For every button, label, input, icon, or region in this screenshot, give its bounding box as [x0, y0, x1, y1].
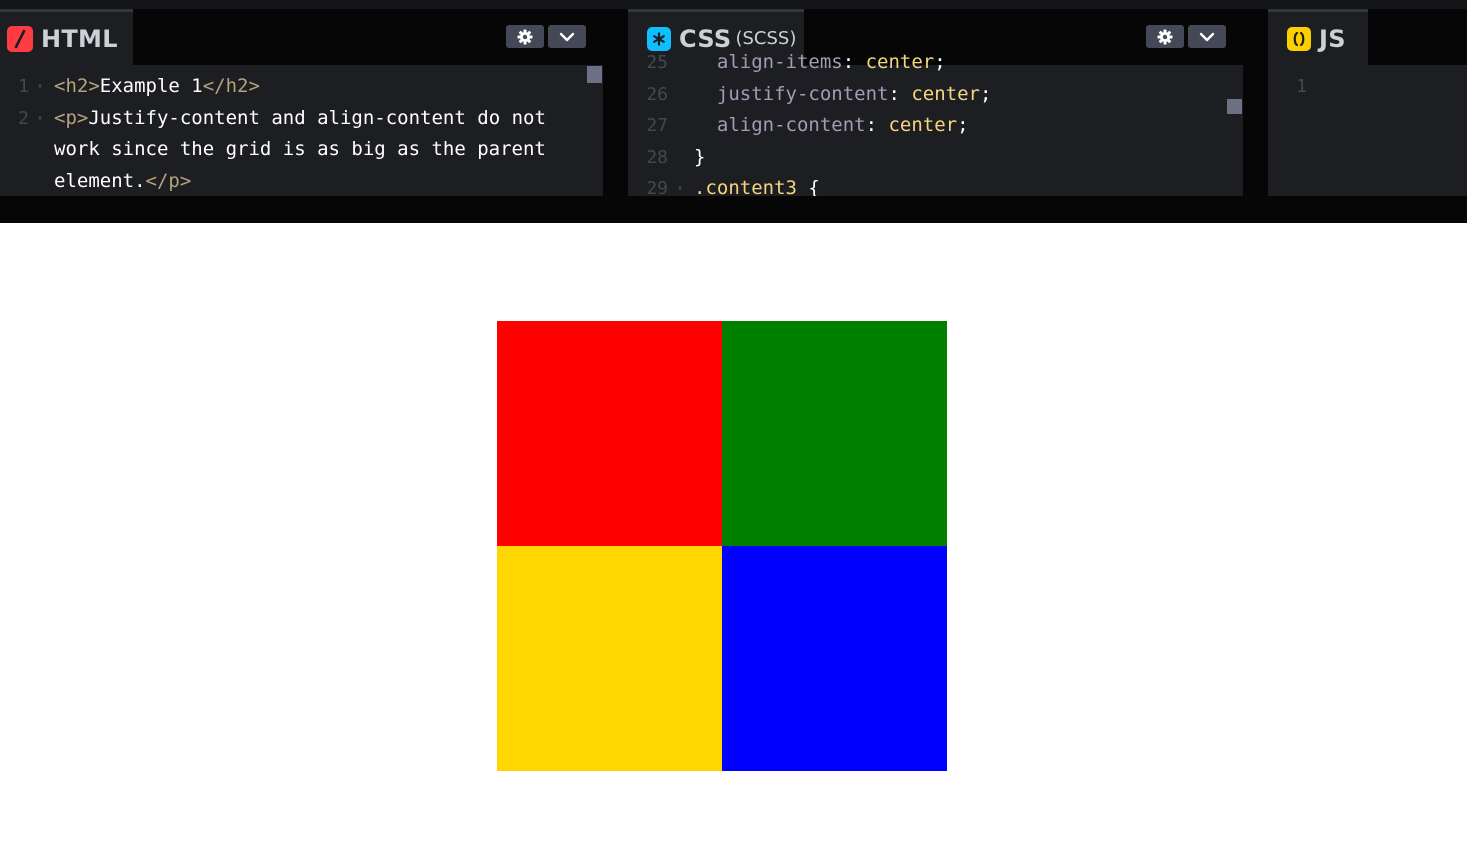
- code-token: </p>: [145, 169, 192, 192]
- line-number: 28: [646, 146, 668, 168]
- code-token: .content3: [694, 177, 797, 196]
- code-text: <h2>Example 1</h2>: [54, 71, 260, 103]
- code-token: <p>: [54, 106, 89, 129]
- html-scrollbar-thumb[interactable]: [587, 66, 602, 83]
- line-number: 1: [18, 76, 29, 97]
- code-text: element.</p>: [54, 166, 191, 197]
- code-token: align-content: [694, 114, 866, 136]
- html-pane-header: HTML: [0, 9, 603, 65]
- fold-arrow-icon[interactable]: ▾: [677, 173, 683, 196]
- preview-pane: [0, 223, 1467, 856]
- line-number: 25: [646, 52, 668, 73]
- html-pane: HTML 1 ▾ <h2>Example 1</h2> 2 ▾ <p>Justi…: [0, 9, 603, 196]
- code-token: {: [796, 177, 820, 196]
- fold-arrow-icon[interactable]: ▾: [37, 103, 43, 135]
- css-code[interactable]: 25 align-items: center; 26 justify-conten…: [628, 51, 1243, 196]
- code-token: <h2>: [54, 75, 100, 97]
- line-number: 1: [1296, 76, 1307, 97]
- code-line[interactable]: work since the grid is as big as the par…: [0, 134, 603, 166]
- code-text: }: [694, 142, 705, 174]
- html-settings-button[interactable]: [506, 25, 544, 48]
- js-tab-title: JS: [1319, 24, 1346, 53]
- html-code[interactable]: 1 ▾ <h2>Example 1</h2> 2 ▾ <p>Justify-content…: [0, 65, 603, 196]
- code-token: ;: [980, 82, 992, 105]
- code-text: align-content: center;: [694, 110, 969, 142]
- top-strip: [0, 0, 1467, 9]
- code-token: :: [888, 82, 912, 105]
- code-token: align-items: [694, 51, 843, 73]
- line-number: 26: [646, 83, 668, 105]
- code-line[interactable]: 1: [1268, 71, 1467, 103]
- code-line[interactable]: 29 ▾ .content3 {: [628, 173, 1243, 196]
- code-line[interactable]: 28}: [628, 142, 1243, 174]
- code-text: .content3 {: [694, 173, 820, 196]
- code-token: :: [865, 114, 889, 136]
- code-line[interactable]: 27 align-content: center;: [628, 110, 1243, 142]
- code-token: }: [694, 145, 706, 168]
- gear-icon: [517, 29, 533, 44]
- code-token: Justify-content and align-content do not: [88, 106, 546, 129]
- js-pane: JS 1: [1268, 9, 1467, 196]
- code-line[interactable]: 1 ▾ <h2>Example 1</h2>: [0, 71, 603, 103]
- js-tab[interactable]: JS: [1268, 9, 1368, 65]
- chevron-down-icon: [1199, 32, 1215, 41]
- code-token: center: [911, 82, 980, 105]
- html-tab[interactable]: HTML: [0, 9, 133, 65]
- line-number: 2: [18, 107, 29, 129]
- css-settings-button[interactable]: [1146, 25, 1184, 48]
- code-token: work since the grid is as big as the par…: [54, 138, 546, 160]
- code-token: center: [888, 114, 958, 136]
- line-number: 29: [646, 178, 668, 196]
- code-token: element.: [54, 169, 146, 192]
- gear-icon: [1157, 29, 1173, 44]
- slash-icon: [7, 25, 33, 52]
- code-text: <p>Justify-content and align-content do …: [54, 103, 546, 135]
- code-token: </h2>: [202, 75, 260, 97]
- red-cell: [497, 321, 722, 546]
- code-token: justify-content: [694, 82, 889, 105]
- chevron-down-icon: [559, 32, 575, 41]
- css-tab-subtitle: (SCSS): [735, 28, 797, 49]
- code-line[interactable]: 25 align-items: center;: [628, 47, 1243, 79]
- code-text: work since the grid is as big as the par…: [54, 134, 546, 166]
- code-token: ;: [934, 51, 946, 73]
- js-pane-header: JS: [1268, 9, 1467, 65]
- html-tab-title: HTML: [41, 24, 118, 53]
- code-line[interactable]: 2 ▾ <p>Justify-content and align-content d…: [0, 103, 603, 135]
- code-line[interactable]: element.</p>: [0, 166, 603, 197]
- code-line[interactable]: 26 justify-content: center;: [628, 79, 1243, 111]
- css-scrollbar-thumb[interactable]: [1227, 99, 1242, 114]
- html-collapse-button[interactable]: [548, 25, 586, 48]
- js-code[interactable]: 1: [1268, 65, 1467, 196]
- code-token: center: [865, 51, 935, 73]
- editor-area: HTML 1 ▾ <h2>Example 1</h2> 2 ▾ <p>Justi…: [0, 0, 1467, 223]
- code-token: ;: [957, 114, 969, 136]
- css-pane: CSS (SCSS) 25 align-items: center; 26 ju…: [628, 9, 1243, 196]
- blue-cell: [722, 546, 947, 771]
- yellow-cell: [497, 546, 722, 771]
- fold-arrow-icon[interactable]: ▾: [37, 71, 43, 103]
- grid-container: [497, 321, 947, 771]
- braces-icon: [1287, 26, 1311, 51]
- editor-resize-bar[interactable]: [0, 196, 1467, 223]
- line-number: 27: [646, 115, 668, 136]
- code-token: Example 1: [99, 75, 203, 97]
- code-token: :: [842, 51, 866, 73]
- green-cell: [722, 321, 947, 546]
- code-text: align-items: center;: [694, 47, 946, 79]
- code-text: justify-content: center;: [694, 79, 992, 111]
- css-collapse-button[interactable]: [1188, 25, 1226, 48]
